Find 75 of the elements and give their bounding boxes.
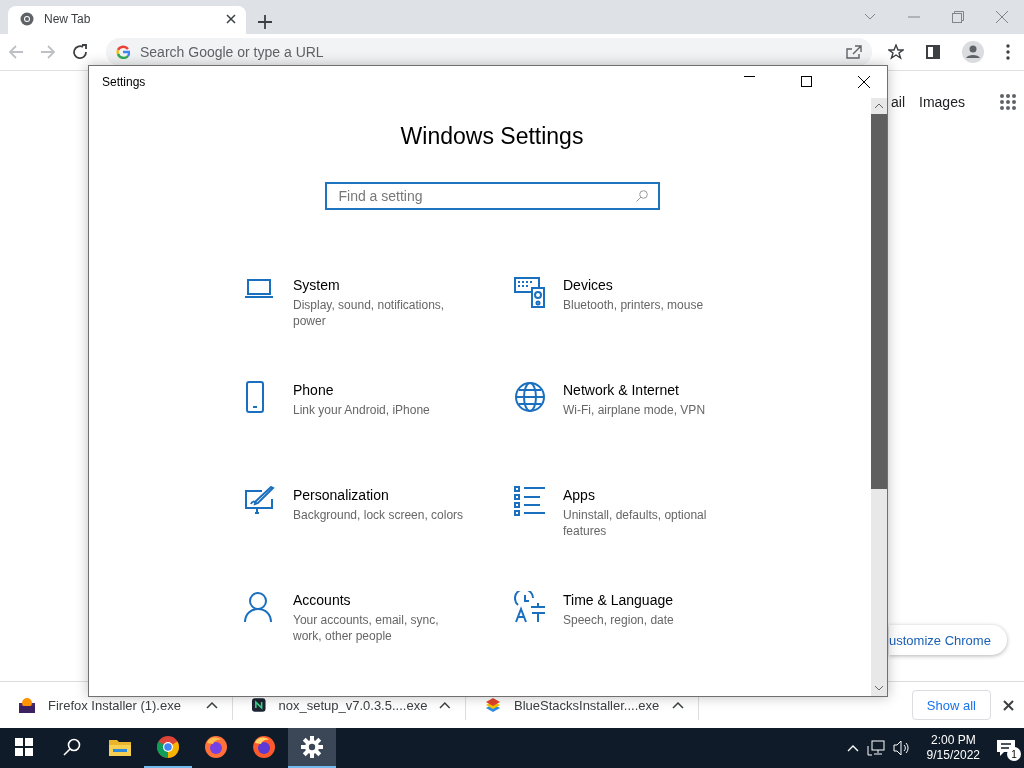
google-link[interactable]: Images	[919, 94, 965, 110]
category-title[interactable]: Time & Language	[563, 591, 737, 609]
nox-app-icon	[251, 697, 267, 713]
keyboard-speaker-icon	[514, 276, 546, 308]
chevron-down-icon[interactable]	[864, 13, 876, 21]
clock-letter-icon	[514, 591, 546, 623]
google-link[interactable]: ail	[891, 94, 905, 110]
taskbar-button[interactable]	[288, 728, 336, 768]
category-title[interactable]: Network & Internet	[563, 381, 737, 399]
clock-date[interactable]: 9/15/2022	[926, 748, 980, 763]
search-icon	[63, 738, 81, 756]
category-title[interactable]: Devices	[563, 276, 737, 294]
list-icon	[514, 486, 546, 516]
category-description: Your accounts, email, sync, work, other people	[293, 612, 440, 644]
firefox-logo-icon	[252, 735, 276, 759]
category-title[interactable]: System	[293, 276, 467, 294]
download-file-name[interactable]: BlueStacksInstaller....exe	[514, 697, 660, 713]
reload-icon[interactable]	[72, 44, 88, 60]
share-icon[interactable]	[846, 45, 862, 59]
network-icon[interactable]	[866, 740, 885, 756]
person-icon	[244, 591, 272, 623]
maximize-icon[interactable]	[801, 76, 812, 87]
folder-icon	[108, 737, 132, 757]
caret-icon[interactable]	[206, 701, 218, 709]
category-description: Display, sound, notifications, power	[293, 297, 446, 329]
close-icon[interactable]	[226, 14, 236, 24]
chevron-up-icon[interactable]	[846, 744, 859, 752]
browser-tab[interactable]: New Tab	[8, 6, 246, 34]
plus-icon[interactable]	[258, 15, 272, 29]
star-icon[interactable]	[888, 44, 904, 60]
category-description: Speech, region, date	[563, 612, 675, 628]
scrollbar-thumb[interactable]	[871, 114, 887, 489]
caret-icon[interactable]	[439, 701, 451, 709]
firefox-installer-icon	[18, 697, 36, 713]
category-title[interactable]: Accounts	[293, 591, 467, 609]
page-heading: Windows Settings	[400, 123, 584, 150]
category-title[interactable]: Phone	[293, 381, 467, 399]
address-bar[interactable]: Search Google or type a URL	[138, 43, 838, 61]
close-icon[interactable]	[1003, 699, 1014, 711]
close-icon[interactable]	[858, 76, 870, 88]
show-all-button[interactable]: Show all	[911, 690, 991, 720]
chrome-logo-icon	[20, 12, 34, 26]
google-g-icon	[116, 45, 130, 59]
category-description: Background, lock screen, colors	[293, 507, 465, 523]
globe-icon	[514, 381, 546, 413]
bluestacks-stack-icon	[484, 697, 502, 713]
category-description: Wi-Fi, airplane mode, VPN	[563, 402, 707, 418]
caret-icon[interactable]	[672, 701, 684, 709]
firefox-logo-icon	[204, 735, 228, 759]
clock-time[interactable]: 2:00 PM	[930, 733, 976, 748]
more-menu-icon[interactable]	[1006, 44, 1010, 60]
category-description: Uninstall, defaults, optional features	[563, 507, 708, 539]
download-file-name[interactable]: nox_setup_v7.0.3.5....exe	[278, 697, 428, 713]
speaker-icon[interactable]	[892, 740, 911, 756]
chrome-logo-icon	[156, 735, 180, 759]
customize-chrome-button[interactable]: ustomize Chrome	[889, 625, 1007, 655]
scrollbar[interactable]	[871, 98, 887, 696]
side-panel-icon[interactable]	[926, 45, 940, 59]
restore-icon[interactable]	[952, 11, 964, 23]
category-description: Link your Android, iPhone	[293, 402, 431, 418]
phone-icon	[244, 381, 266, 413]
download-file-name[interactable]: Firefox Installer (1).exe	[48, 697, 194, 713]
profile-avatar-icon[interactable]	[962, 41, 984, 63]
search-icon	[635, 190, 648, 202]
category-description: Bluetooth, printers, mouse	[563, 297, 705, 313]
window-title: Settings	[102, 75, 146, 89]
search-box[interactable]: Find a setting	[324, 182, 660, 210]
category-title[interactable]: Apps	[563, 486, 737, 504]
category-title[interactable]: Personalization	[293, 486, 467, 504]
notification-count: 1	[1007, 747, 1021, 761]
gear-icon	[301, 736, 323, 758]
windows-start-icon	[15, 738, 33, 756]
address-bar-field[interactable]: Search Google or type a URL	[106, 38, 872, 66]
brush-monitor-icon	[244, 486, 276, 516]
apps-grid-icon[interactable]	[998, 93, 1017, 111]
